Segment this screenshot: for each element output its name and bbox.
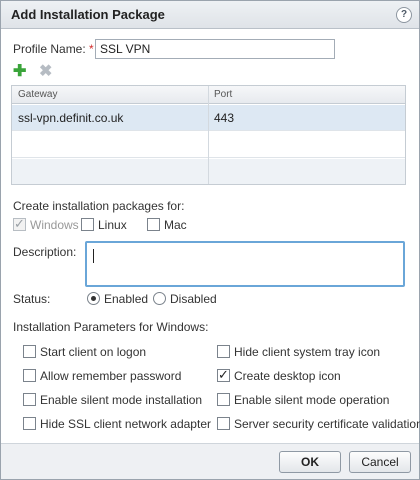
description-textarea[interactable]: [85, 241, 405, 287]
status-disabled-label: Disabled: [170, 292, 217, 306]
silent-installation-label: Enable silent mode installation: [40, 393, 203, 407]
ok-button[interactable]: OK: [279, 451, 341, 473]
hide-network-adapter-label: Hide SSL client network adapter: [40, 417, 211, 431]
gateway-cell: ssl-vpn.definit.co.uk: [18, 111, 124, 125]
silent-operation-checkbox[interactable]: [217, 393, 230, 406]
text-caret: [93, 249, 94, 263]
linux-label: Linux: [98, 218, 127, 232]
allow-remember-password-checkbox[interactable]: [23, 369, 36, 382]
dialog-footer: OK Cancel: [1, 443, 419, 479]
create-desktop-icon-checkbox[interactable]: [217, 367, 230, 383]
add-installation-package-dialog: Add Installation Package ? Profile Name:…: [0, 0, 420, 480]
allow-remember-password-label: Allow remember password: [40, 369, 182, 383]
status-enabled-label: Enabled: [104, 292, 149, 306]
dialog-titlebar[interactable]: Add Installation Package ?: [1, 1, 419, 29]
hide-network-adapter-checkbox[interactable]: [23, 417, 36, 430]
hide-tray-icon-label: Hide client system tray icon: [234, 345, 381, 359]
mac-label: Mac: [164, 218, 187, 232]
cancel-button[interactable]: Cancel: [349, 451, 411, 473]
platforms-label: Create installation packages for:: [13, 199, 185, 213]
add-icon[interactable]: ✚: [13, 64, 26, 80]
cert-validation-checkbox[interactable]: [217, 417, 230, 430]
create-desktop-icon-label: Create desktop icon: [234, 369, 341, 383]
cert-validation-label: Server security certificate validation: [234, 417, 420, 431]
profile-name-label: Profile Name: *: [13, 42, 94, 56]
profile-name-input[interactable]: [95, 39, 335, 59]
windows-checkbox[interactable]: [13, 216, 26, 232]
start-client-on-logon-label: Start client on logon: [40, 345, 147, 359]
linux-checkbox[interactable]: [81, 218, 94, 231]
silent-installation-checkbox[interactable]: [23, 393, 36, 406]
status-label: Status:: [13, 292, 51, 306]
status-disabled-radio[interactable]: [153, 292, 166, 305]
column-header-gateway[interactable]: Gateway: [18, 89, 57, 100]
params-label: Installation Parameters for Windows:: [13, 320, 209, 334]
profile-name-label-text: Profile Name:: [13, 42, 86, 56]
column-header-port[interactable]: Port: [214, 89, 232, 100]
column-separator: [208, 86, 209, 184]
start-client-on-logon-checkbox[interactable]: [23, 345, 36, 358]
required-mark: *: [89, 42, 94, 56]
windows-label: Windows: [30, 218, 79, 232]
delete-icon[interactable]: ✖: [39, 64, 52, 80]
hide-tray-icon-checkbox[interactable]: [217, 345, 230, 358]
help-icon[interactable]: ?: [396, 7, 412, 23]
port-cell: 443: [214, 111, 235, 125]
description-label: Description:: [13, 245, 77, 259]
gateway-grid: Gateway Port ssl-vpn.definit.co.uk 443: [11, 85, 406, 185]
status-enabled-radio[interactable]: [87, 292, 100, 305]
dialog-title: Add Installation Package: [11, 7, 165, 22]
mac-checkbox[interactable]: [147, 218, 160, 231]
silent-operation-label: Enable silent mode operation: [234, 393, 390, 407]
